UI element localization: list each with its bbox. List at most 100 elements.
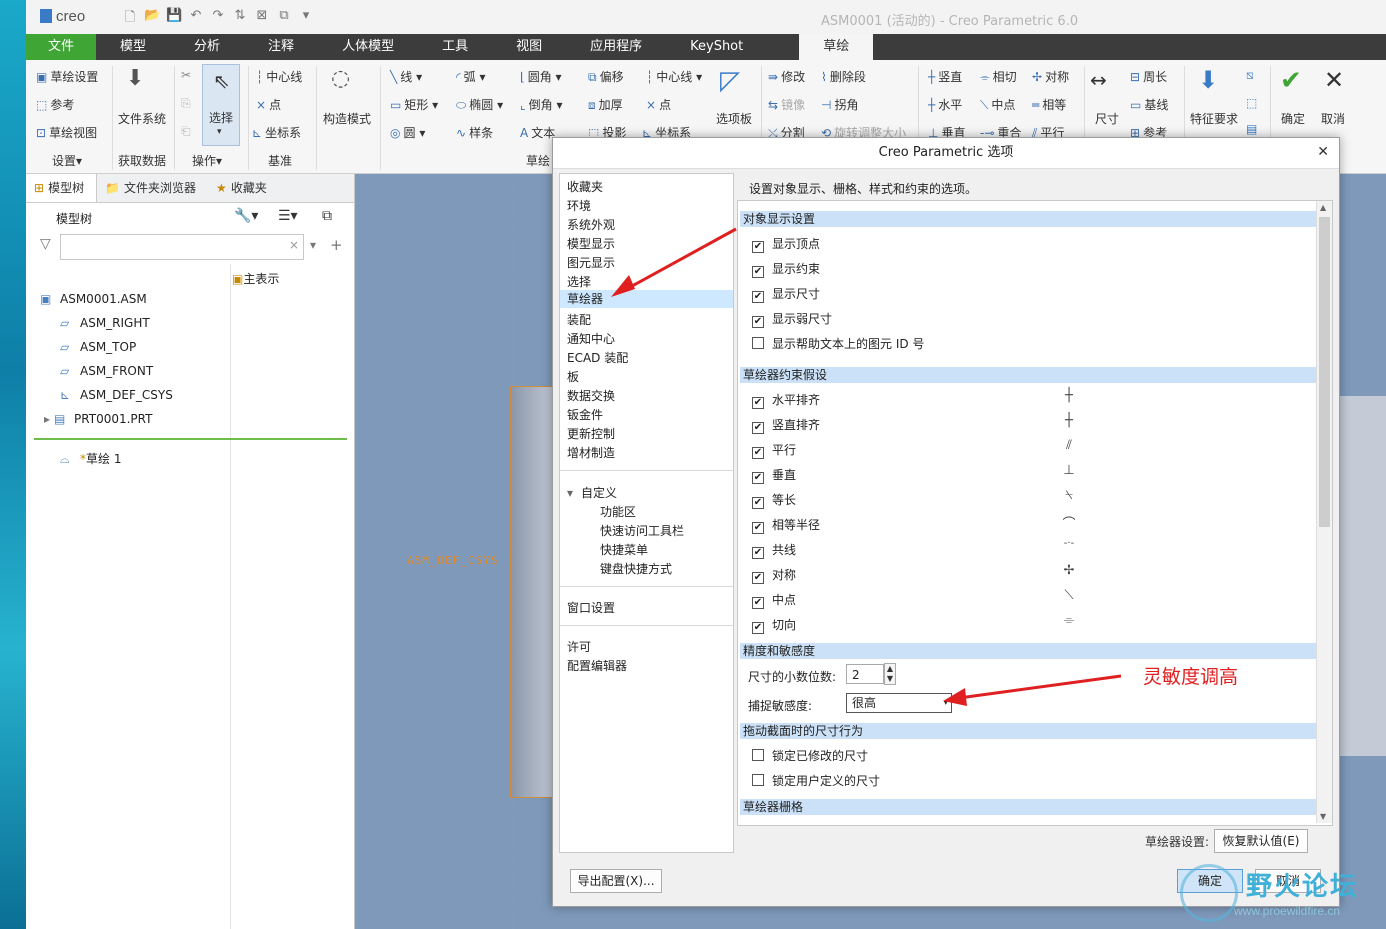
checkbox-perpendicular[interactable]: ✔ 垂直 — [752, 466, 796, 484]
checkbox[interactable]: ✔ — [752, 422, 764, 434]
category-item[interactable]: 装配 — [567, 311, 591, 328]
thicken-button[interactable]: ⧈ 加厚 — [588, 96, 623, 113]
checkbox-lock-modified-dims[interactable]: 锁定已修改的尺寸 — [752, 747, 868, 764]
checkbox[interactable]: ✔ — [752, 547, 764, 559]
checkbox[interactable]: ✔ — [752, 291, 764, 303]
shade-icon[interactable]: ▤ — [1246, 122, 1257, 136]
tab-tools[interactable]: 工具 — [418, 34, 492, 60]
tab-model[interactable]: 模型 — [96, 34, 170, 60]
scroll-down-icon[interactable]: ▼ — [1320, 812, 1326, 821]
baseline-button[interactable]: ▭ 基线 — [1130, 96, 1168, 113]
checkbox[interactable]: ✔ — [752, 472, 764, 484]
spinner-arrows-icon[interactable]: ▲ ▼ — [884, 663, 896, 685]
customize-qat-icon[interactable]: ▾ — [298, 8, 314, 30]
checkbox-lock-user-dims[interactable]: 锁定用户定义的尺寸 — [752, 772, 880, 789]
checkbox-tangent[interactable]: ✔ 切向 — [752, 616, 796, 634]
scrollbar[interactable]: ▲ ▼ — [1316, 201, 1332, 823]
windows-icon[interactable]: ⧉ — [276, 8, 292, 30]
checkbox[interactable]: ✔ — [752, 241, 764, 253]
inspect-icon[interactable]: ⧅ — [1246, 68, 1254, 83]
tree-node-asm-def-csys[interactable]: ⊾ ASM_DEF_CSYS — [60, 388, 173, 402]
checkbox-show-entity-id[interactable]: 显示帮助文本上的图元 ID 号 — [752, 335, 924, 352]
undo-icon[interactable]: ↶ — [188, 8, 204, 30]
checkbox[interactable]: ✔ — [752, 266, 764, 278]
add-icon[interactable]: + — [330, 236, 343, 254]
category-item[interactable]: 板 — [567, 368, 579, 385]
category-item[interactable]: 数据交换 — [567, 387, 615, 404]
checkbox[interactable]: ✔ — [752, 316, 764, 328]
customize-header[interactable]: ▾ 自定义 — [567, 484, 617, 501]
checkbox[interactable]: ✔ — [752, 397, 764, 409]
tab-model-tree[interactable]: ⊞ 模型树 — [26, 174, 98, 202]
restore-defaults-button[interactable]: 恢复默认值(E) — [1214, 829, 1308, 853]
search-input[interactable]: × — [60, 234, 304, 260]
category-item[interactable]: 许可 — [567, 638, 591, 655]
settings-icon[interactable]: 🔧▾ — [234, 208, 258, 224]
checkbox-show-weak-dimensions[interactable]: ✔ 显示弱尺寸 — [752, 310, 832, 328]
checkbox[interactable]: ✔ — [752, 522, 764, 534]
checkbox-equal-length[interactable]: ✔ 等长 — [752, 491, 796, 509]
tab-annotate[interactable]: 注释 — [244, 34, 318, 60]
category-item[interactable]: ECAD 装配 — [567, 349, 628, 366]
csys-button[interactable]: ⊾ 坐标系 — [252, 124, 301, 141]
line-button[interactable]: ╲ 线 ▾ — [390, 68, 422, 85]
centerline-button[interactable]: ┆ 中心线 — [256, 68, 302, 85]
category-item[interactable]: 配置编辑器 — [567, 657, 627, 674]
setup-group-label[interactable]: 设置▾ — [52, 152, 82, 169]
chevron-down-icon[interactable]: ▾ — [310, 238, 316, 252]
tangent-constraint-button[interactable]: ⌯ 相切 — [980, 68, 1017, 85]
checkbox-midpoint[interactable]: ✔ 中点 — [752, 591, 796, 609]
checkbox-show-constraints[interactable]: ✔ 显示约束 — [752, 260, 820, 278]
tree-node-sketch1[interactable]: ⌓ *草绘 1 — [60, 450, 121, 467]
tab-file[interactable]: 文件 — [26, 34, 97, 60]
scroll-up-icon[interactable]: ▲ — [1320, 203, 1326, 212]
spline-button[interactable]: ∿ 样条 — [456, 124, 493, 141]
collapse-arrow-icon[interactable]: ▾ — [567, 486, 573, 500]
category-item[interactable]: 增材制造 — [567, 444, 615, 461]
export-config-button[interactable]: 导出配置(X)... — [570, 869, 662, 893]
tab-keyshot[interactable]: KeyShot — [666, 34, 767, 60]
vertical-constraint-button[interactable]: ┼ 竖直 — [928, 68, 962, 85]
show-icon[interactable]: ☰▾ — [278, 208, 298, 224]
tab-view[interactable]: 视图 — [492, 34, 566, 60]
checkbox[interactable] — [752, 749, 764, 761]
checkbox-show-dimensions[interactable]: ✔ 显示尺寸 — [752, 285, 820, 303]
sketch-setup-button[interactable]: ▣ 草绘设置 — [36, 68, 98, 85]
save-icon[interactable]: 💾 — [166, 8, 182, 30]
checkbox-parallel[interactable]: ✔ 平行 — [752, 441, 796, 459]
tab-analysis[interactable]: 分析 — [170, 34, 244, 60]
checkbox[interactable]: ✔ — [752, 572, 764, 584]
checkbox[interactable] — [752, 774, 764, 786]
select-button[interactable]: ⇖ 选择 ▾ — [202, 64, 240, 146]
close-icon[interactable]: ✕ — [1317, 144, 1329, 160]
close-window-icon[interactable]: ⊠ — [254, 8, 270, 30]
category-item[interactable]: 键盘快捷方式 — [600, 560, 672, 577]
category-item[interactable]: 更新控制 — [567, 425, 615, 442]
circle-button[interactable]: ◎ 圆 ▾ — [390, 124, 425, 141]
tree-node-asm-right[interactable]: ▱ ASM_RIGHT — [60, 316, 150, 330]
modify-button[interactable]: ⇛ 修改 — [768, 68, 805, 85]
perimeter-button[interactable]: ⊟ 周长 — [1130, 68, 1167, 85]
expand-arrow-icon[interactable]: ▸ — [44, 412, 50, 426]
category-item[interactable]: 窗口设置 — [567, 599, 615, 616]
clear-icon[interactable]: × — [289, 238, 299, 252]
checkbox-vertical-align[interactable]: ✔ 竖直排齐 — [752, 416, 820, 434]
overlap-icon[interactable]: ⬚ — [1246, 96, 1257, 110]
palette-button[interactable]: 选项板 — [716, 110, 752, 127]
tree-node-asm-top[interactable]: ▱ ASM_TOP — [60, 340, 136, 354]
ellipse-button[interactable]: ⬭ 椭圆 ▾ — [456, 96, 503, 113]
category-item[interactable]: 功能区 — [600, 503, 636, 520]
construction-mode-button[interactable]: 构造模式 — [323, 110, 371, 127]
symmetric-constraint-button[interactable]: ✢ 对称 — [1032, 68, 1069, 85]
checkbox[interactable]: ✔ — [752, 497, 764, 509]
delete-segment-button[interactable]: ⌇ 删除段 — [821, 68, 866, 85]
tab-favorites[interactable]: ★ 收藏夹 — [208, 174, 279, 202]
equal-constraint-button[interactable]: ═ 相等 — [1032, 96, 1066, 113]
chamfer-button[interactable]: ⌞ 倒角 ▾ — [520, 96, 562, 113]
sketch-centerline-button[interactable]: ┆ 中心线 ▾ — [646, 68, 702, 85]
operations-group-label[interactable]: 操作▾ — [192, 152, 222, 169]
checkbox-collinear[interactable]: ✔ 共线 — [752, 541, 796, 559]
category-item[interactable]: 选择 — [567, 273, 591, 290]
category-item[interactable]: 收藏夹 — [567, 178, 603, 195]
checkbox-symmetric[interactable]: ✔ 对称 — [752, 566, 796, 584]
